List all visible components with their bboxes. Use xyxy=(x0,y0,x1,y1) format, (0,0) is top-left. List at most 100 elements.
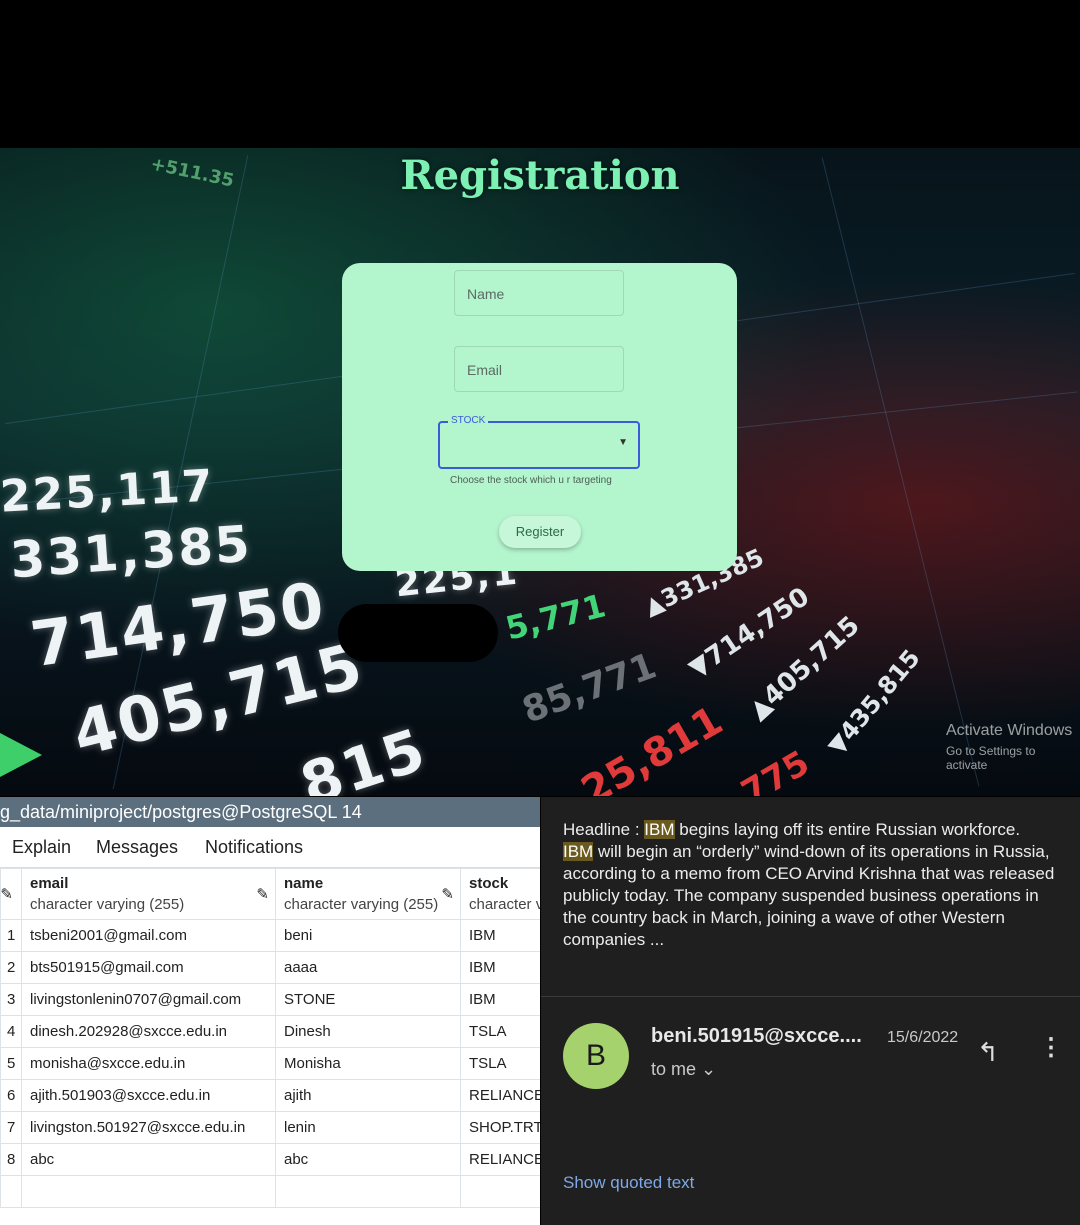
ticker-value: 815 xyxy=(292,715,435,796)
row-number: 2 xyxy=(0,951,22,984)
ticker-value: 5,771 xyxy=(501,586,610,648)
ticker-value: 331,385 xyxy=(8,514,254,590)
email-cell[interactable]: dinesh.202928@sxcce.edu.in xyxy=(21,1015,276,1048)
chevron-down-icon[interactable]: ⌄ xyxy=(701,1059,716,1079)
stock-cell[interactable]: IBM xyxy=(460,983,540,1016)
name-cell[interactable]: Dinesh xyxy=(275,1015,461,1048)
table-row[interactable]: 2 bts501915@gmail.com aaaa IBM xyxy=(0,951,540,984)
sender-address[interactable]: beni.501915@sxcce.... xyxy=(651,1025,862,1048)
dropdown-arrow-icon[interactable]: ▼ xyxy=(618,437,628,448)
recipient-toggle[interactable]: to me ⌄ xyxy=(651,1059,716,1080)
table-header-row: ✎ email character varying (255) ✎ name c… xyxy=(0,868,540,920)
email-placeholder: Email xyxy=(467,362,503,378)
ticker-value: 25,811 xyxy=(573,697,731,796)
watermark-subtitle: Go to Settings to activate xyxy=(946,744,1036,772)
table-row[interactable]: 7 livingston.501927@sxcce.edu.in lenin SHOP… xyxy=(0,1111,540,1144)
column-type: character varying (255) xyxy=(30,896,185,913)
name-field[interactable]: Name xyxy=(454,270,624,316)
empty-cell xyxy=(21,1175,276,1208)
results-grid: ✎ email character varying (255) ✎ name c… xyxy=(0,868,540,1208)
row-number: 3 xyxy=(0,983,22,1016)
email-cell[interactable]: tsbeni2001@gmail.com xyxy=(21,919,276,952)
email-view: Headline : IBM begins laying off its ent… xyxy=(541,797,1080,1225)
registration-form: Name Email STOCK ▼ Choose the stock whic… xyxy=(342,263,737,571)
stock-cell[interactable]: TSLA xyxy=(460,1015,540,1048)
email-cell[interactable]: bts501915@gmail.com xyxy=(21,951,276,984)
ticker-value: 225,117 xyxy=(0,460,216,523)
name-cell[interactable]: Monisha xyxy=(275,1047,461,1080)
highlight-term: IBM xyxy=(644,820,675,839)
column-name: name xyxy=(284,875,324,892)
email-cell[interactable]: ajith.501903@sxcce.edu.in xyxy=(21,1079,276,1112)
empty-cell xyxy=(275,1175,461,1208)
pencil-icon: ✎ xyxy=(0,886,14,903)
email-cell[interactable]: livingston.501927@sxcce.edu.in xyxy=(21,1111,276,1144)
column-header-email[interactable]: email character varying (255) ✎ xyxy=(21,868,276,920)
table-row[interactable]: 1 tsbeni2001@gmail.com beni IBM xyxy=(0,919,540,952)
table-row[interactable]: 5 monisha@sxcce.edu.in Monisha TSLA xyxy=(0,1047,540,1080)
empty-cell xyxy=(460,1175,540,1208)
name-cell[interactable]: beni xyxy=(275,919,461,952)
redaction-mark xyxy=(338,604,498,662)
avatar[interactable]: B xyxy=(563,1023,629,1089)
row-number-header: ✎ xyxy=(0,868,22,920)
up-arrow-icon xyxy=(0,733,42,777)
stock-cell[interactable]: RELIANCE xyxy=(460,1079,540,1112)
row-number: 4 xyxy=(0,1015,22,1048)
stock-select[interactable]: STOCK ▼ xyxy=(438,415,640,469)
column-name: email xyxy=(30,875,69,892)
email-cell[interactable]: livingstonlenin0707@gmail.com xyxy=(21,983,276,1016)
connection-title: g_data/miniproject/postgres@PostgreSQL 1… xyxy=(0,797,540,827)
column-header-stock[interactable]: stock character v xyxy=(460,868,540,920)
name-placeholder: Name xyxy=(467,286,505,302)
column-header-name[interactable]: name character varying (255) ✎ xyxy=(275,868,461,920)
result-tabs: Explain Messages Notifications xyxy=(0,827,540,868)
reply-icon[interactable]: ↰ xyxy=(977,1037,999,1068)
name-cell[interactable]: lenin xyxy=(275,1111,461,1144)
email-cell[interactable]: abc xyxy=(21,1143,276,1176)
recipient-label: to me xyxy=(651,1059,697,1079)
stock-cell[interactable]: TSLA xyxy=(460,1047,540,1080)
email-field[interactable]: Email xyxy=(454,346,624,392)
name-cell[interactable]: abc xyxy=(275,1143,461,1176)
headline-prefix: Headline : xyxy=(563,820,645,839)
tab-explain[interactable]: Explain xyxy=(12,837,71,858)
row-number: 7 xyxy=(0,1111,22,1144)
stock-cell[interactable]: RELIANCE xyxy=(460,1143,540,1176)
row-number: 1 xyxy=(0,919,22,952)
stock-cell[interactable]: IBM xyxy=(460,919,540,952)
pencil-icon: ✎ xyxy=(256,886,269,903)
row-number: 5 xyxy=(0,1047,22,1080)
stock-helper-text: Choose the stock which u r targeting xyxy=(450,475,612,486)
highlight-term: IBM xyxy=(563,842,594,861)
registration-screen: 225,117 331,385 714,750 405,715 815 225,… xyxy=(0,148,1080,796)
column-type: character varying (255) xyxy=(284,896,439,913)
name-cell[interactable]: ajith xyxy=(275,1079,461,1112)
ticker-value: 85,771 xyxy=(517,645,662,732)
show-quoted-text-link[interactable]: Show quoted text xyxy=(563,1173,694,1193)
name-cell[interactable]: aaaa xyxy=(275,951,461,984)
stock-cell[interactable]: IBM xyxy=(460,951,540,984)
row-number: 8 xyxy=(0,1143,22,1176)
empty-cell xyxy=(0,1175,22,1208)
name-cell[interactable]: STONE xyxy=(275,983,461,1016)
watermark-title: Activate Windows xyxy=(946,722,1073,739)
ticker-value: ▼435,815 xyxy=(822,644,926,760)
column-type: character v xyxy=(469,896,540,913)
stock-cell[interactable]: SHOP.TRT xyxy=(460,1111,540,1144)
email-date: 15/6/2022 xyxy=(887,1029,959,1046)
page-title: Registration xyxy=(400,152,680,199)
register-button[interactable]: Register xyxy=(499,516,581,548)
divider xyxy=(541,996,1080,997)
table-row[interactable]: 8 abc abc RELIANCE xyxy=(0,1143,540,1176)
table-row[interactable]: 3 livingstonlenin0707@gmail.com STONE IBM xyxy=(0,983,540,1016)
email-cell[interactable]: monisha@sxcce.edu.in xyxy=(21,1047,276,1080)
tab-messages[interactable]: Messages xyxy=(96,837,178,858)
tab-notifications[interactable]: Notifications xyxy=(205,837,303,858)
more-options-icon[interactable]: ⋮ xyxy=(1039,1033,1063,1062)
activate-windows-watermark: Activate Windows Go to Settings to activ… xyxy=(946,722,1080,772)
table-row[interactable]: 4 dinesh.202928@sxcce.edu.in Dinesh TSLA xyxy=(0,1015,540,1048)
pencil-icon: ✎ xyxy=(441,886,454,903)
table-row[interactable]: 6 ajith.501903@sxcce.edu.in ajith RELIANCE xyxy=(0,1079,540,1112)
body-text: will begin an “orderly” wind-down of its… xyxy=(563,842,1055,949)
